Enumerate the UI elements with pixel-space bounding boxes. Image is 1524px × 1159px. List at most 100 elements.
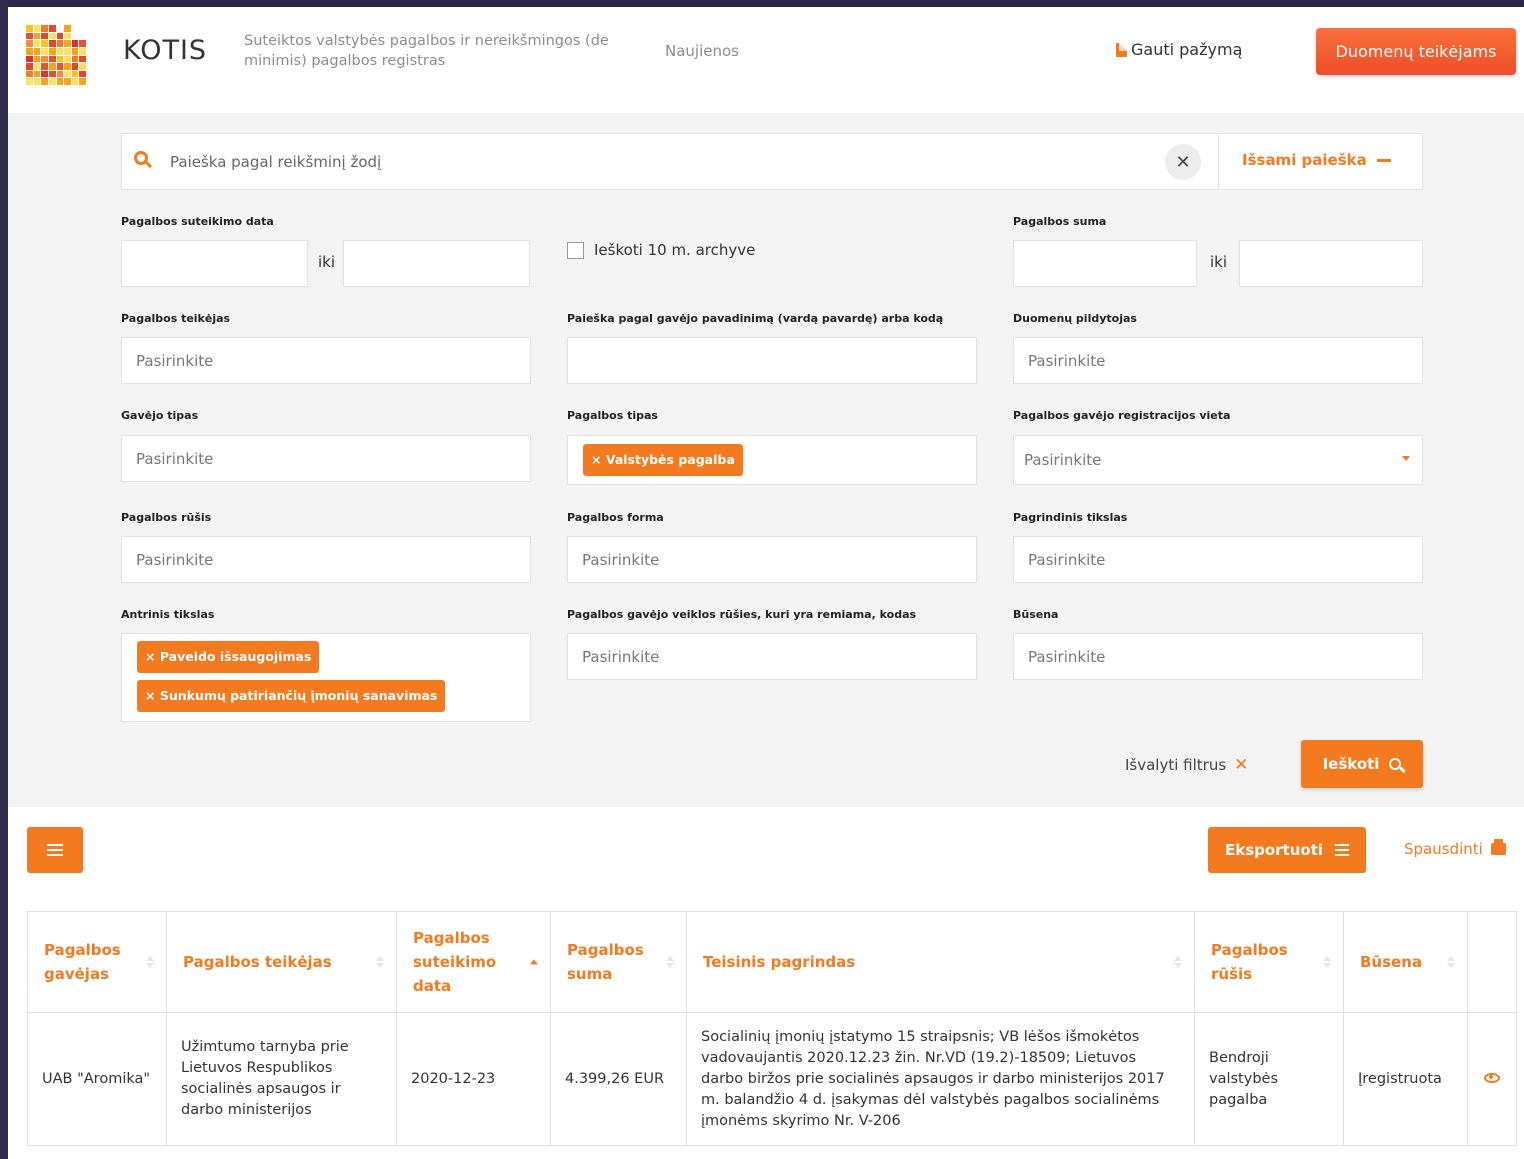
date-to-input[interactable] (343, 240, 530, 287)
get-certificate-label: Gauti pažymą (1131, 40, 1243, 59)
sum-to-separator: iki (1210, 253, 1228, 271)
sort-icon (1174, 956, 1182, 968)
aid-kind-label: Pagalbos rūšis (121, 511, 212, 524)
keyword-search-input[interactable] (168, 148, 1152, 176)
secondary-goal-tag[interactable]: × Sunkumų patiriančių įmonių sanavimas (137, 680, 446, 712)
cell-legal-basis: Socialinių įmonių įstatymo 15 straipsnis… (686, 1012, 1195, 1146)
column-settings-button[interactable] (27, 827, 83, 873)
clear-filters-link[interactable]: Išvalyti filtrus ✕ (1125, 755, 1248, 775)
data-filler-label: Duomenų pildytojas (1013, 312, 1137, 325)
column-header-actions (1467, 911, 1517, 1013)
window-frame-left (0, 0, 8, 1159)
data-filler-select[interactable]: Pasirinkite (1013, 337, 1423, 384)
column-header-status[interactable]: Būsena (1343, 911, 1468, 1013)
column-header-amount[interactable]: Pagalbos suma (550, 911, 687, 1013)
main-goal-label: Pagrindinis tikslas (1013, 511, 1128, 524)
activity-code-select[interactable]: Pasirinkite (567, 633, 977, 680)
provider-select[interactable]: Pasirinkite (121, 337, 531, 384)
search-button-label: Ieškoti (1322, 755, 1380, 773)
sort-icon (1323, 956, 1331, 968)
search-button[interactable]: Ieškoti (1301, 740, 1423, 788)
date-label: Pagalbos suteikimo data (121, 215, 274, 228)
status-label: Būsena (1013, 608, 1059, 621)
main-goal-select[interactable]: Pasirinkite (1013, 536, 1423, 583)
column-header-provider[interactable]: Pagalbos teikėjas (166, 911, 397, 1013)
date-from-input[interactable] (121, 240, 308, 287)
secondary-goal-select[interactable]: × Paveldo išsaugojimas × Sunkumų patiria… (121, 633, 531, 722)
sum-to-input[interactable] (1239, 240, 1423, 287)
clear-search-button[interactable]: ✕ (1165, 144, 1201, 180)
sort-icon (1447, 956, 1455, 968)
aid-type-label: Pagalbos tipas (567, 409, 658, 422)
sort-icon (530, 959, 538, 965)
secondary-goal-tag[interactable]: × Paveldo išsaugojimas (137, 641, 320, 673)
divider (1218, 134, 1219, 189)
document-icon (1116, 42, 1127, 57)
window-frame-top (0, 0, 1524, 7)
print-link[interactable]: Spausdinti (1404, 839, 1506, 858)
recipient-type-select[interactable]: Pasirinkite (121, 435, 531, 482)
sort-icon (376, 956, 384, 968)
column-header-recipient[interactable]: Pagalbos gavėjas (27, 911, 167, 1013)
archive-checkbox[interactable] (567, 241, 584, 259)
brand-name[interactable]: KOTIS (123, 35, 207, 66)
cell-kind: Bendroji valstybės pagalba (1194, 1012, 1344, 1146)
status-select[interactable]: Pasirinkite (1013, 633, 1423, 680)
sum-from-input[interactable] (1013, 240, 1197, 287)
aid-form-select[interactable]: Pasirinkite (567, 536, 977, 583)
get-certificate-link[interactable]: Gauti pažymą (1116, 40, 1242, 59)
print-label: Spausdinti (1404, 840, 1483, 858)
column-header-kind[interactable]: Pagalbos rūšis (1194, 911, 1344, 1013)
archive-checkbox-row[interactable]: Ieškoti 10 m. archyve (567, 241, 755, 259)
sort-icon (146, 956, 154, 968)
recipient-search-input[interactable] (567, 337, 977, 384)
data-providers-button[interactable]: Duomenų teikėjams (1316, 28, 1516, 75)
table-header-row: Pagalbos gavėjas Pagalbos teikėjas Pagal… (27, 911, 1517, 1013)
archive-label: Ieškoti 10 m. archyve (594, 241, 756, 259)
table-row[interactable]: UAB "Aromika" Užimtumo tarnyba prie Liet… (27, 1012, 1517, 1146)
advanced-search-label: Išsami paieška (1242, 151, 1367, 169)
registration-place-select[interactable]: Pasirinkite (1013, 435, 1423, 485)
aid-kind-select[interactable]: Pasirinkite (121, 536, 531, 583)
list-icon (1335, 844, 1350, 856)
sliders-icon (47, 844, 63, 846)
export-button[interactable]: Eksportuoti (1208, 827, 1366, 873)
close-icon: ✕ (1175, 151, 1191, 173)
advanced-search-toggle[interactable]: Išsami paieška (1242, 151, 1391, 169)
column-header-legal-basis[interactable]: Teisinis pagrindas (686, 911, 1195, 1013)
kotis-logo-icon[interactable] (26, 25, 86, 85)
date-to-separator: iki (318, 253, 336, 271)
aid-form-label: Pagalbos forma (567, 511, 664, 524)
keyword-search-bar: ✕ Išsami paieška (121, 133, 1423, 190)
clear-filters-label: Išvalyti filtrus (1125, 756, 1227, 774)
cell-date: 2020-12-23 (396, 1012, 551, 1146)
export-label: Eksportuoti (1224, 841, 1324, 859)
printer-icon (1490, 839, 1506, 855)
search-panel: ✕ Išsami paieška Pagalbos suteikimo data… (8, 113, 1524, 807)
close-icon: ✕ (1234, 755, 1249, 775)
cell-actions (1467, 1012, 1517, 1146)
aid-type-tag[interactable]: × Valstybės pagalba (583, 444, 743, 476)
site-tagline: Suteiktos valstybės pagalbos ir nereikšm… (244, 33, 609, 69)
column-header-date[interactable]: Pagalbos suteikimo data (396, 911, 551, 1013)
registration-place-label: Pagalbos gavėjo registracijos vieta (1013, 409, 1231, 422)
sort-icon (666, 956, 674, 968)
cell-status: Įregistruota (1343, 1012, 1468, 1146)
results-section: Eksportuoti Spausdinti Pagalbos gavėjas … (8, 807, 1524, 1159)
cell-provider: Užimtumo tarnyba prie Lietuvos Respublik… (166, 1012, 397, 1146)
eye-icon[interactable] (1484, 1072, 1500, 1083)
recipient-search-label: Paieška pagal gavėjo pavadinimą (vardą p… (567, 312, 944, 325)
secondary-goal-label: Antrinis tikslas (121, 608, 215, 621)
activity-code-label: Pagalbos gavėjo veiklos rūšies, kuri yra… (567, 608, 917, 621)
site-header: KOTIS Suteiktos valstybės pagalbos ir ne… (8, 7, 1524, 113)
chevron-down-icon (1402, 456, 1410, 461)
results-table: Pagalbos gavėjas Pagalbos teikėjas Pagal… (27, 911, 1517, 1146)
search-icon (1389, 758, 1402, 770)
nav-news-link[interactable]: Naujienos (665, 42, 739, 60)
search-icon (134, 151, 148, 165)
recipient-type-label: Gavėjo tipas (121, 409, 199, 422)
registration-place-placeholder: Pasirinkite (1024, 451, 1102, 469)
cell-amount: 4.399,26 EUR (550, 1012, 687, 1146)
cell-recipient: UAB "Aromika" (27, 1012, 167, 1146)
aid-type-select[interactable]: × Valstybės pagalba (567, 435, 977, 485)
